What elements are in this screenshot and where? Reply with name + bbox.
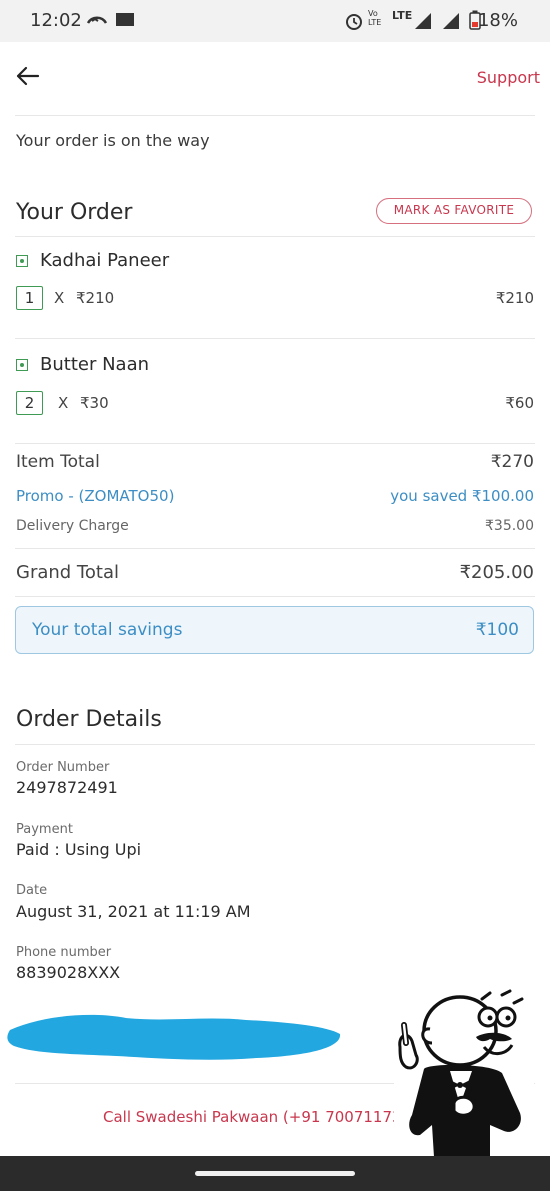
battery-percent: 18% <box>477 10 518 31</box>
item-total-label: Item Total <box>16 452 100 472</box>
divider <box>15 548 535 549</box>
delivery-charge-value: ₹35.00 <box>485 518 534 534</box>
support-link[interactable]: Support <box>477 68 540 87</box>
promo-value: you saved ₹100.00 <box>390 487 534 505</box>
grand-total-value: ₹205.00 <box>459 562 534 583</box>
mark-as-favorite-button[interactable]: MARK AS FAVORITE <box>376 198 532 224</box>
delivery-charge-label: Delivery Charge <box>16 518 129 534</box>
arrow-left-icon <box>16 66 40 86</box>
order-number-value: 2497872491 <box>16 778 118 797</box>
veg-icon <box>16 255 28 267</box>
mascot-illustration <box>394 985 534 1170</box>
multiply-sign: X <box>54 289 65 307</box>
status-bar: 12:02 Vo LTE LTE 18% <box>0 0 550 42</box>
divider <box>15 115 535 116</box>
item-total-value: ₹270 <box>490 452 534 472</box>
redaction-scribble <box>7 1014 341 1060</box>
item-unit-price: ₹210 <box>76 289 115 307</box>
back-button[interactable] <box>14 62 42 90</box>
alarm-icon <box>344 11 364 35</box>
payment-label: Payment <box>16 822 73 837</box>
date-label: Date <box>16 883 48 898</box>
divider <box>15 236 535 237</box>
item-name: Butter Naan <box>40 354 150 375</box>
item-total-price: ₹60 <box>505 394 534 412</box>
lte-indicator: LTE <box>392 9 413 22</box>
payment-value: Paid : Using Upi <box>16 840 142 859</box>
status-time: 12:02 <box>30 10 82 31</box>
item-quantity: 1 <box>16 286 43 310</box>
volte-icon: Vo LTE <box>368 9 382 27</box>
savings-label: Your total savings <box>32 620 183 640</box>
divider <box>15 338 535 339</box>
item-quantity: 2 <box>16 391 43 415</box>
veg-icon <box>16 359 28 371</box>
signal-icon <box>414 12 432 34</box>
item-unit-price: ₹30 <box>80 394 109 412</box>
promo-label: Promo - (ZOMATO50) <box>16 487 175 505</box>
item-total-price: ₹210 <box>495 289 534 307</box>
savings-value: ₹100 <box>475 620 519 640</box>
grand-total-label: Grand Total <box>16 562 119 583</box>
divider <box>15 744 535 745</box>
order-status-text: Your order is on the way <box>16 131 210 150</box>
phone-value: 8839028XXX <box>16 963 121 982</box>
divider <box>15 443 535 444</box>
call-restaurant-link[interactable]: Call Swadeshi Pakwaan (+91 70071173 <box>103 1108 402 1126</box>
multiply-sign: X <box>58 394 69 412</box>
signal-icon-2 <box>442 12 460 34</box>
order-details-title: Order Details <box>16 707 162 732</box>
divider <box>15 596 535 597</box>
phone-label: Phone number <box>16 945 112 960</box>
home-gesture-handle[interactable] <box>195 1171 355 1176</box>
order-number-label: Order Number <box>16 760 110 775</box>
date-value: August 31, 2021 at 11:19 AM <box>16 902 251 921</box>
item-name: Kadhai Paneer <box>40 250 170 271</box>
your-order-title: Your Order <box>16 200 133 225</box>
notification-icon <box>116 13 134 26</box>
total-savings-box: Your total savings ₹100 <box>15 606 534 654</box>
missed-call-icon <box>86 12 108 31</box>
